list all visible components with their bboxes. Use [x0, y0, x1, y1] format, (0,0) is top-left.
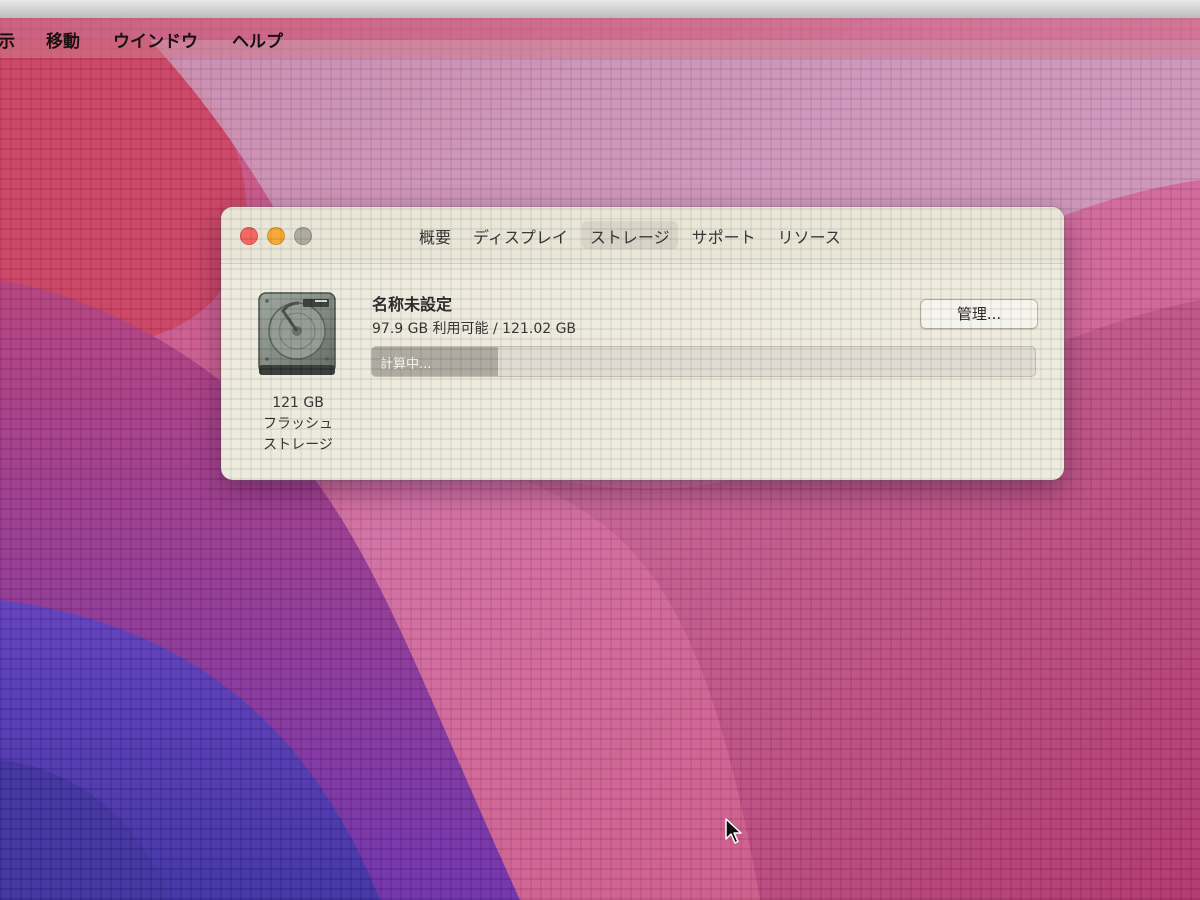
storage-usage-bar: 計算中... — [371, 346, 1036, 377]
tab-overview[interactable]: 概要 — [411, 221, 459, 249]
menu-item-view[interactable]: 示 — [0, 27, 15, 52]
desktop-screen: 示 移動 ウインドウ ヘルプ 概要 ディスプレイ ストレージ サポート リソース — [0, 0, 1200, 900]
tab-storage[interactable]: ストレージ — [581, 221, 678, 249]
manage-button[interactable]: 管理... — [920, 299, 1038, 329]
menu-item-window[interactable]: ウインドウ — [113, 27, 198, 52]
disk-type-line2: ストレージ — [263, 437, 333, 453]
close-button[interactable] — [240, 227, 258, 245]
window-titlebar[interactable]: 概要 ディスプレイ ストレージ サポート リソース — [221, 207, 1064, 264]
mouse-pointer-icon — [725, 818, 742, 844]
hard-drive-icon — [258, 292, 336, 375]
about-this-mac-window: 概要 ディスプレイ ストレージ サポート リソース 121 GB フラッシュ ス… — [221, 207, 1064, 480]
storage-bar-label: 計算中... — [380, 357, 432, 372]
tab-displays[interactable]: ディスプレイ — [465, 221, 576, 249]
tab-resources[interactable]: リソース — [770, 221, 849, 249]
menu-item-help[interactable]: ヘルプ — [232, 27, 283, 52]
volume-name: 名称未設定 — [372, 295, 453, 314]
minimize-button[interactable] — [267, 227, 285, 245]
volume-usage-info: 97.9 GB 利用可能 / 121.02 GB — [372, 321, 577, 337]
menu-item-go[interactable]: 移動 — [46, 27, 80, 52]
tab-support[interactable]: サポート — [684, 221, 764, 249]
display-bezel — [0, 0, 1200, 18]
menu-bar: 示 移動 ウインドウ ヘルプ — [0, 18, 1200, 58]
disk-caption: 121 GB フラッシュ ストレージ — [239, 393, 357, 456]
disk-capacity: 121 GB — [272, 395, 324, 411]
disk-type-line1: フラッシュ — [263, 416, 333, 432]
tab-bar: 概要 ディスプレイ ストレージ サポート リソース — [411, 221, 849, 249]
zoom-button[interactable] — [294, 227, 312, 245]
